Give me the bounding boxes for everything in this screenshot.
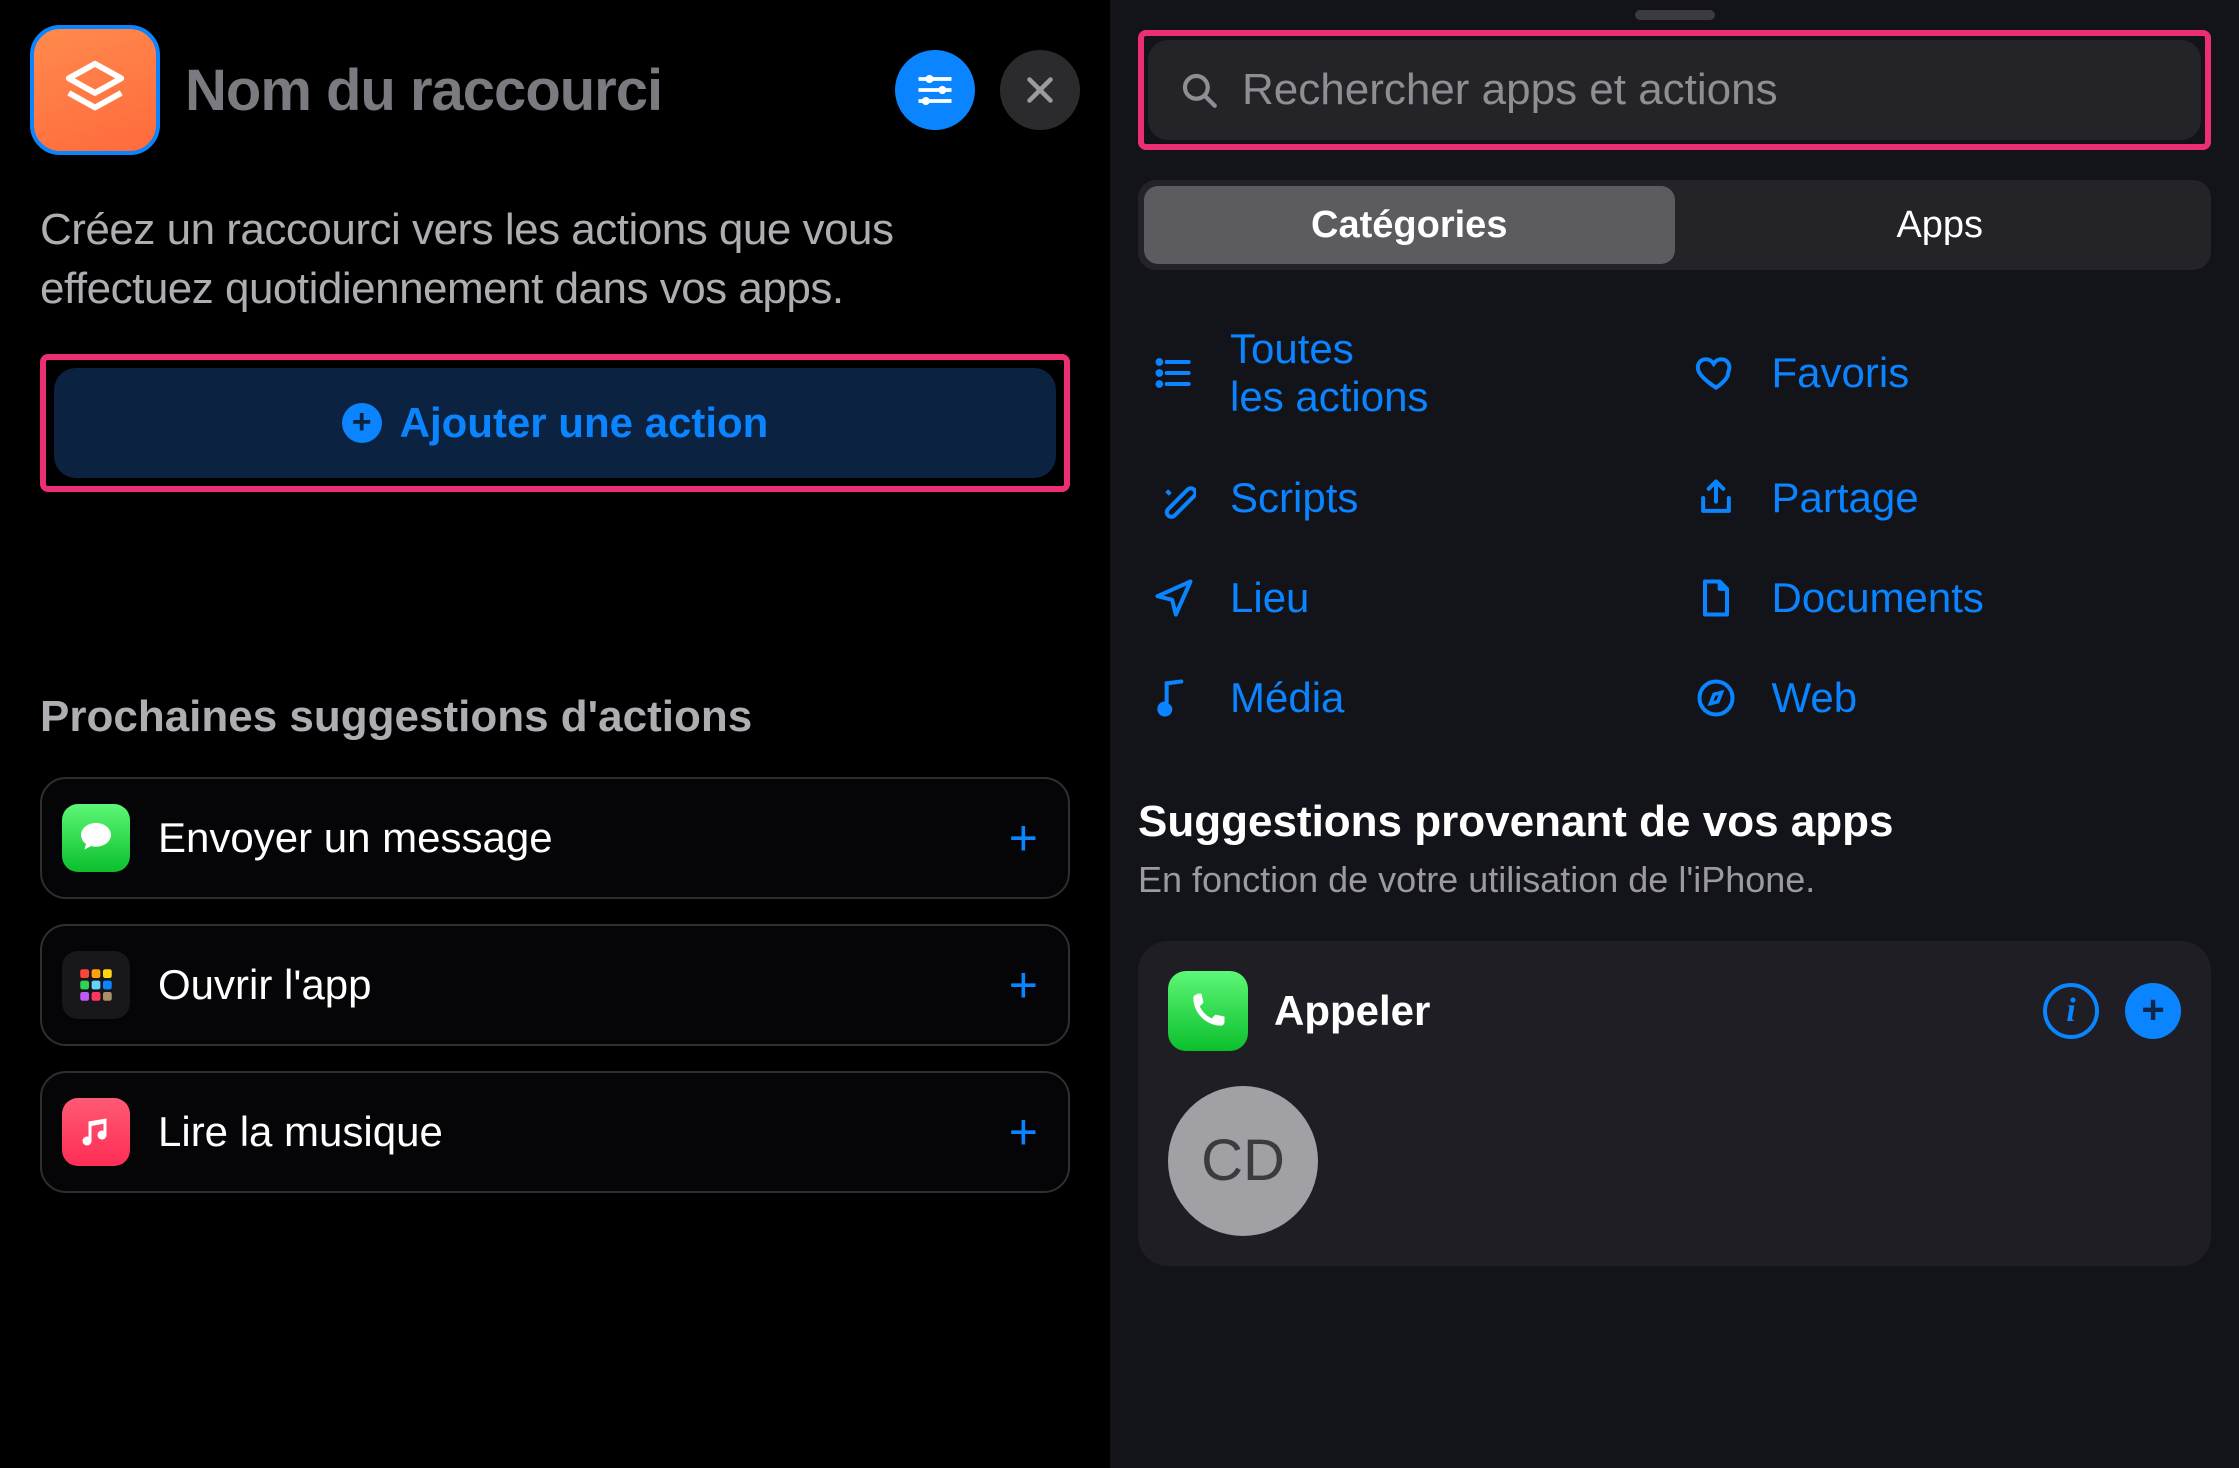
heart-icon [1690, 351, 1742, 395]
layers-icon [60, 55, 130, 125]
suggestion-list: Envoyer un message + [40, 777, 1070, 1193]
add-app-action-button[interactable]: + [2125, 983, 2181, 1039]
add-suggestion-icon[interactable]: + [1009, 956, 1038, 1014]
plus-circle-icon: + [342, 403, 382, 443]
shortcut-icon-button[interactable] [30, 25, 160, 155]
grid-icon [75, 964, 117, 1006]
apps-suggestions-heading: Suggestions provenant de vos apps [1138, 797, 2211, 847]
category-media[interactable]: Média [1148, 674, 1660, 722]
messages-app-icon [62, 804, 130, 872]
app-card-header: Appeler i + [1168, 971, 2181, 1051]
close-button[interactable] [1000, 50, 1080, 130]
category-label: Partage [1772, 474, 1919, 522]
category-favorites[interactable]: Favoris [1690, 325, 2202, 422]
category-grid: Toutes les actions Favoris Scripts Parta… [1138, 325, 2211, 722]
search-input[interactable]: Rechercher apps et actions [1148, 40, 2201, 140]
category-label: Toutes les actions [1230, 325, 1428, 422]
category-share[interactable]: Partage [1690, 474, 2202, 522]
app-grid-icon [62, 951, 130, 1019]
add-suggestion-icon[interactable]: + [1009, 809, 1038, 867]
location-icon [1148, 576, 1200, 620]
sliders-icon [913, 68, 957, 112]
add-action-button[interactable]: + Ajouter une action [54, 368, 1056, 478]
search-highlight: Rechercher apps et actions [1138, 30, 2211, 150]
music-app-icon [62, 1098, 130, 1166]
suggestion-label: Ouvrir l'app [158, 961, 981, 1009]
close-icon [1022, 72, 1058, 108]
sheet-grabber[interactable] [1635, 10, 1715, 20]
editor-header: Nom du raccourci [0, 0, 1110, 185]
tab-apps[interactable]: Apps [1675, 186, 2206, 264]
list-icon [1148, 351, 1200, 395]
category-label: Lieu [1230, 574, 1309, 622]
next-suggestions-heading: Prochaines suggestions d'actions [40, 692, 1070, 742]
search-icon [1178, 69, 1220, 111]
category-label: Favoris [1772, 349, 1910, 397]
app-suggestion-card: Appeler i + CD [1138, 941, 2211, 1266]
app-card-title: Appeler [1274, 987, 2017, 1035]
chat-bubble-icon [76, 818, 116, 858]
settings-button[interactable] [895, 50, 975, 130]
instruction-text: Créez un raccourci vers les actions que … [40, 200, 1070, 319]
add-suggestion-icon[interactable]: + [1009, 1103, 1038, 1161]
segmented-control: Catégories Apps [1138, 180, 2211, 270]
category-location[interactable]: Lieu [1148, 574, 1660, 622]
category-documents[interactable]: Documents [1690, 574, 2202, 622]
category-label: Média [1230, 674, 1344, 722]
category-scripts[interactable]: Scripts [1148, 474, 1660, 522]
suggestion-row-message[interactable]: Envoyer un message + [40, 777, 1070, 899]
category-label: Scripts [1230, 474, 1358, 522]
category-all-actions[interactable]: Toutes les actions [1148, 325, 1660, 422]
suggestion-label: Lire la musique [158, 1108, 981, 1156]
compass-icon [1690, 676, 1742, 720]
category-label: Web [1772, 674, 1858, 722]
share-icon [1690, 476, 1742, 520]
tab-categories[interactable]: Catégories [1144, 186, 1675, 264]
wand-icon [1148, 476, 1200, 520]
document-icon [1690, 576, 1742, 620]
music-note-icon [78, 1114, 114, 1150]
suggestion-label: Envoyer un message [158, 814, 981, 862]
category-web[interactable]: Web [1690, 674, 2202, 722]
add-action-highlight: + Ajouter une action [40, 354, 1070, 492]
category-label: Documents [1772, 574, 1984, 622]
suggestion-row-open-app[interactable]: Ouvrir l'app + [40, 924, 1070, 1046]
add-action-label: Ajouter une action [400, 399, 769, 447]
shortcut-editor-pane: Nom du raccourci Créez un raccourci vers… [0, 0, 1110, 1468]
shortcut-name-input[interactable]: Nom du raccourci [185, 57, 870, 124]
phone-icon [1186, 989, 1230, 1033]
apps-suggestions-subheading: En fonction de votre utilisation de l'iP… [1138, 859, 2211, 901]
info-button[interactable]: i [2043, 983, 2099, 1039]
action-library-pane: Rechercher apps et actions Catégories Ap… [1110, 0, 2239, 1468]
search-placeholder: Rechercher apps et actions [1242, 65, 1778, 115]
media-note-icon [1148, 676, 1200, 720]
phone-app-icon [1168, 971, 1248, 1051]
suggestion-row-music[interactable]: Lire la musique + [40, 1071, 1070, 1193]
contact-avatar[interactable]: CD [1168, 1086, 1318, 1236]
